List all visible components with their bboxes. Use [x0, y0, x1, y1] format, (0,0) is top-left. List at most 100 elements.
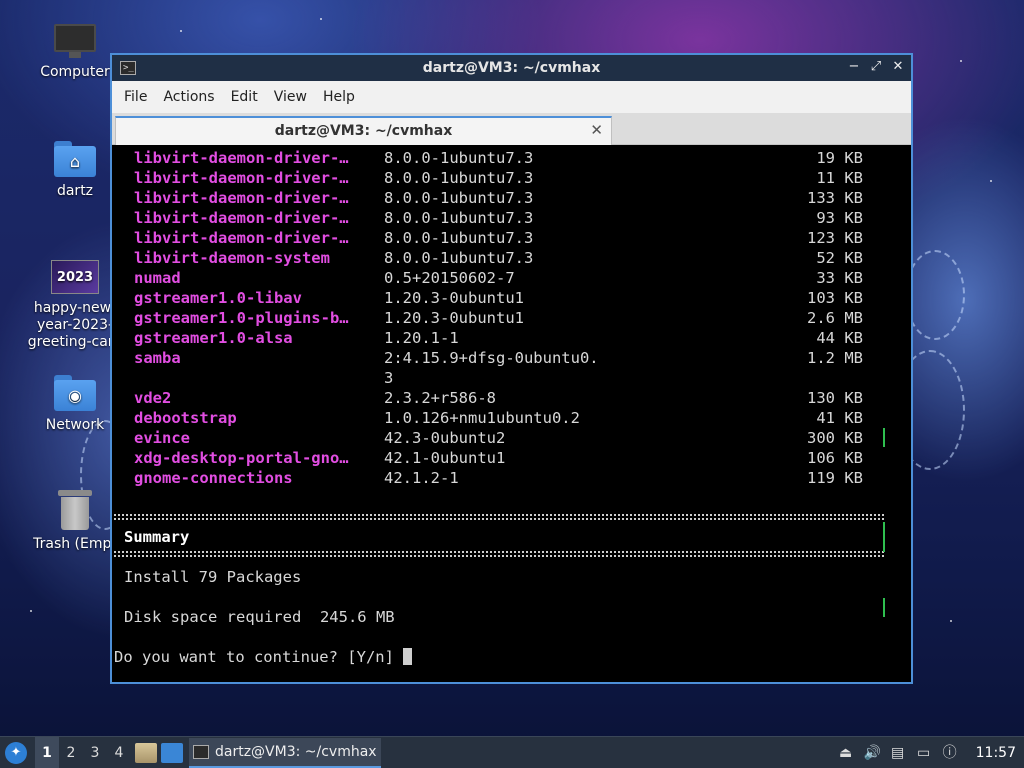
- image-file-icon: 2023: [51, 260, 99, 294]
- window-title: dartz@VM3: ~/cvmhax: [422, 60, 601, 76]
- summary-heading: Summary: [124, 528, 190, 546]
- maximize-button[interactable]: ⤢: [869, 59, 883, 75]
- desktop-icon-label: Network: [45, 417, 105, 433]
- workspace-1[interactable]: 1: [35, 736, 59, 768]
- desktop-icon-label: happy-new- year-2023- greeting-card: [27, 300, 123, 350]
- continue-prompt[interactable]: Do you want to continue? [Y/n]: [114, 647, 413, 667]
- text-cursor: [403, 648, 413, 665]
- workspace-3[interactable]: 3: [83, 737, 107, 768]
- menubar: File Actions Edit View Help: [112, 81, 911, 113]
- package-size: 106 KB: [807, 449, 863, 467]
- menu-view[interactable]: View: [266, 89, 315, 105]
- network-folder-icon: ◉: [54, 375, 96, 411]
- taskbar-task-terminal[interactable]: dartz@VM3: ~/cvmhax: [189, 737, 381, 768]
- package-size: 19 KB: [816, 149, 863, 167]
- prompt-text: Do you want to continue? [Y/n]: [114, 648, 404, 666]
- package-name: libvirt-daemon-driver-…: [134, 209, 349, 227]
- taskbar: ✦ 1 2 3 4 dartz@VM3: ~/cvmhax ⏏ 🔊 ▤ ▭ ⓘ …: [0, 736, 1024, 768]
- package-name: libvirt-daemon-driver-…: [134, 169, 349, 187]
- scroll-marker: [883, 598, 885, 617]
- desktop-icon-label: Trash (Empt: [33, 536, 117, 552]
- tab-close-icon[interactable]: ✕: [590, 121, 603, 139]
- removable-drive-icon[interactable]: ⏏: [838, 745, 854, 761]
- package-name: debootstrap: [134, 409, 237, 427]
- package-size: 1.2 MB: [807, 349, 863, 367]
- separator-line: [114, 551, 884, 557]
- minimize-button[interactable]: −: [847, 59, 861, 75]
- disk-space: Disk space required 245.6 MB: [124, 608, 395, 626]
- desktop-icon-computer[interactable]: Computer: [27, 24, 123, 81]
- clock[interactable]: 11:57: [976, 745, 1016, 761]
- package-name: gstreamer1.0-alsa: [134, 329, 293, 347]
- thumbnail-text: 2023: [56, 269, 94, 285]
- start-menu-icon[interactable]: ✦: [5, 741, 27, 764]
- package-version: 1.20.1-1: [384, 329, 459, 347]
- menu-help[interactable]: Help: [315, 89, 363, 105]
- volume-icon[interactable]: 🔊: [864, 745, 881, 761]
- network-icon[interactable]: ▭: [916, 745, 932, 761]
- desktop-icon-image[interactable]: 2023 happy-new- year-2023- greeting-card: [27, 260, 123, 351]
- package-size: 119 KB: [807, 469, 863, 487]
- clipboard-icon[interactable]: ▤: [890, 745, 906, 761]
- menu-edit[interactable]: Edit: [223, 89, 266, 105]
- install-count: Install 79 Packages: [124, 568, 302, 586]
- package-name: libvirt-daemon-driver-…: [134, 189, 349, 207]
- package-version: 2.3.2+r586-8: [384, 389, 496, 407]
- separator-line: [114, 514, 884, 520]
- package-size: 123 KB: [807, 229, 863, 247]
- scroll-marker: [883, 522, 885, 552]
- package-size: 41 KB: [816, 409, 863, 427]
- desktop-icon-network[interactable]: ◉ Network: [27, 375, 123, 434]
- package-name: gnome-connections: [134, 469, 293, 487]
- package-name: gstreamer1.0-libav: [134, 289, 302, 307]
- package-version: 1.20.3-0ubuntu1: [384, 289, 524, 307]
- terminal-window[interactable]: >_ dartz@VM3: ~/cvmhax − ⤢ ✕ File Action…: [110, 53, 913, 684]
- terminal-output[interactable]: libvirt-daemon-driver-… 8.0.0-1ubuntu7.3 1…: [112, 145, 911, 682]
- terminal-icon: >_: [120, 61, 136, 75]
- package-name: evince: [134, 429, 190, 447]
- package-version: 0.5+20150602-7: [384, 269, 515, 287]
- tab-terminal[interactable]: dartz@VM3: ~/cvmhax ✕: [115, 116, 612, 145]
- show-desktop-icon[interactable]: [161, 742, 183, 763]
- terminal-icon: [193, 744, 209, 759]
- file-manager-icon[interactable]: [135, 742, 157, 763]
- system-tray: ⏏ 🔊 ▤ ▭ ⓘ 11:57: [838, 745, 1024, 761]
- package-size: 33 KB: [816, 269, 863, 287]
- package-size: 11 KB: [816, 169, 863, 187]
- package-version: 1.0.126+nmu1ubuntu0.2: [384, 409, 580, 427]
- package-size: 52 KB: [816, 249, 863, 267]
- close-button[interactable]: ✕: [891, 59, 905, 75]
- package-name: xdg-desktop-portal-gno…: [134, 449, 349, 467]
- menu-file[interactable]: File: [116, 89, 155, 105]
- package-version: 42.3-0ubuntu2: [384, 429, 506, 447]
- menu-actions[interactable]: Actions: [155, 89, 222, 105]
- package-version: 1.20.3-0ubuntu1: [384, 309, 524, 327]
- workspace-2[interactable]: 2: [59, 737, 83, 768]
- scroll-marker: [883, 428, 885, 447]
- desktop-icon-label: Computer: [40, 64, 110, 80]
- workspace-4[interactable]: 4: [107, 737, 131, 768]
- package-version: 8.0.0-1ubuntu7.3: [384, 169, 534, 187]
- package-version: 3: [384, 369, 394, 387]
- package-size: 103 KB: [807, 289, 863, 307]
- package-version: 8.0.0-1ubuntu7.3: [384, 229, 534, 247]
- package-name: gstreamer1.0-plugins-b…: [134, 309, 349, 327]
- package-name: samba: [134, 349, 181, 367]
- package-name: libvirt-daemon-system: [134, 249, 330, 267]
- desktop-icon-label: dartz: [56, 183, 94, 199]
- package-version: 8.0.0-1ubuntu7.3: [384, 149, 534, 167]
- desktop-icon-trash[interactable]: Trash (Empt: [27, 490, 123, 553]
- package-name: numad: [134, 269, 181, 287]
- package-version: 8.0.0-1ubuntu7.3: [384, 209, 534, 227]
- task-label: dartz@VM3: ~/cvmhax: [215, 743, 377, 760]
- window-titlebar[interactable]: >_ dartz@VM3: ~/cvmhax − ⤢ ✕: [112, 55, 911, 81]
- package-version: 42.1-0ubuntu1: [384, 449, 506, 467]
- home-folder-icon: ⌂: [54, 141, 96, 177]
- tab-label: dartz@VM3: ~/cvmhax: [274, 123, 453, 139]
- package-name: libvirt-daemon-driver-…: [134, 149, 349, 167]
- trash-icon: [58, 490, 92, 530]
- desktop-icon-home[interactable]: ⌂ dartz: [27, 141, 123, 200]
- updates-icon[interactable]: ⓘ: [942, 745, 958, 761]
- package-size: 133 KB: [807, 189, 863, 207]
- package-size: 130 KB: [807, 389, 863, 407]
